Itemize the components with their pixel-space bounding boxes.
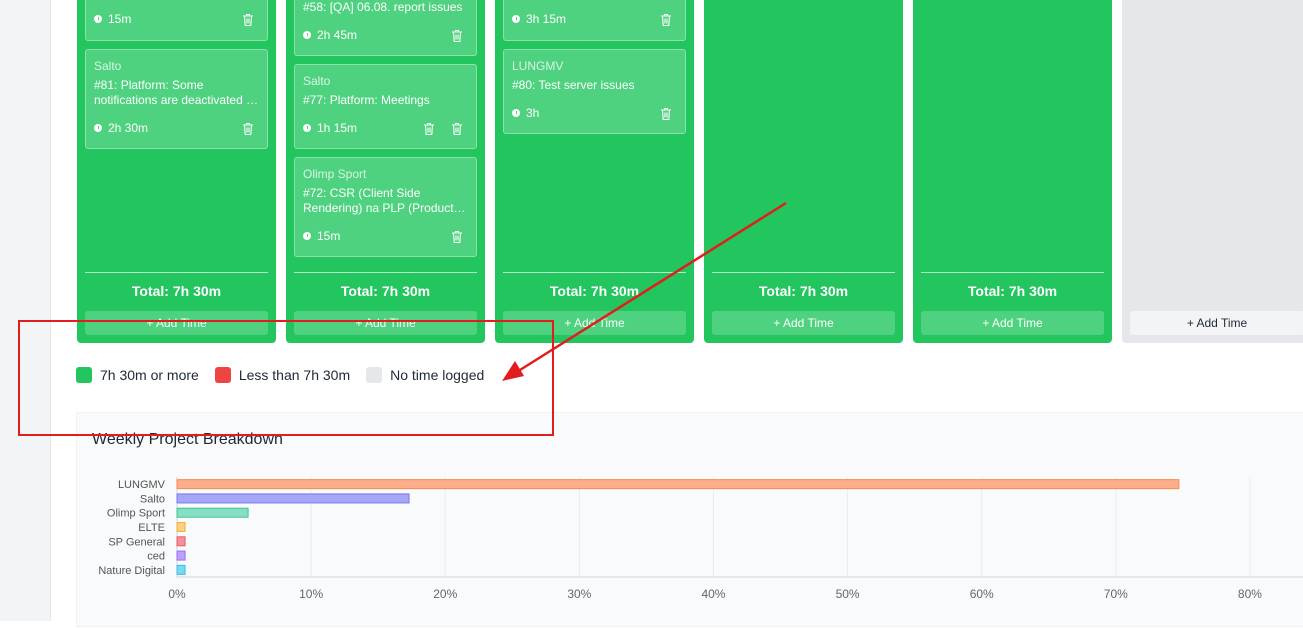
time-entry-card[interactable]: Olimp Sport #72: CSR (Client Side Render… (294, 157, 477, 257)
add-time-button[interactable]: + Add Time (1130, 311, 1303, 335)
day-column-4: Total: 7h 30m + Add Time (704, 0, 903, 343)
trash-icon[interactable] (660, 107, 672, 121)
time-entry-card[interactable]: #58: [QA] 06.08. report issues 2h 45m (294, 0, 477, 56)
breakdown-chart: 0% 10% 20% 30% 40% 50% 60% 70% 80% LUNGMV Salto Oli… (98, 477, 1303, 601)
x-tick-label: 30% (567, 587, 591, 601)
bar (176, 479, 1180, 490)
bar (176, 564, 186, 575)
time-entry-card[interactable]: Salto #81: Platform: Some notifications … (85, 49, 268, 149)
entry-project: Olimp Sport (303, 167, 367, 181)
entry-project: Salto (303, 74, 331, 88)
entry-title: #72: CSR (Client Side Rendering) na PLP … (303, 186, 454, 215)
y-tick-label: SP General (108, 536, 165, 548)
bar (176, 522, 186, 532)
x-tick-label: 20% (433, 587, 457, 601)
column-total: Total: 7h 30m (340, 283, 431, 299)
bar (176, 550, 186, 561)
trash-icon[interactable] (451, 29, 463, 43)
clock-icon (94, 15, 102, 23)
column-total: Total: 7h 30m (549, 283, 640, 299)
trash-icon[interactable] (423, 122, 435, 136)
x-tick-label: 40% (701, 587, 725, 601)
column-total: Total: 7h 30m (967, 283, 1058, 299)
bar (176, 493, 410, 504)
day-column-3: 3h 15m LUNGMV #80: Test server issues 3h… (495, 0, 694, 343)
time-entry-card[interactable]: LUNGMV #80: Test server issues 3h (503, 49, 686, 134)
clock-icon (303, 31, 311, 39)
entry-title: #80: Test server issues (512, 78, 635, 92)
day-column-2: #58: [QA] 06.08. report issues 2h 45m Sa… (286, 0, 485, 343)
entry-duration: 15m (303, 229, 340, 243)
x-tick-label: 70% (1104, 587, 1128, 601)
entry-duration: 2h 45m (303, 28, 357, 42)
trash-icon[interactable] (451, 230, 463, 244)
y-tick-label: Salto (140, 493, 165, 505)
y-tick-label: Olimp Sport (107, 508, 165, 520)
x-tick-label: 0% (168, 587, 186, 601)
entry-duration: 2h 30m (94, 121, 148, 135)
trash-icon[interactable] (242, 13, 254, 27)
time-entry-card[interactable]: 15m (85, 0, 268, 41)
left-sidebar (0, 0, 51, 621)
add-time-button[interactable]: + Add Time (712, 311, 895, 335)
entry-title: #81: Platform: Some notifications are de… (94, 78, 256, 107)
bar (176, 507, 249, 518)
column-total: Total: 7h 30m (131, 283, 222, 299)
column-divider (85, 272, 268, 273)
y-tick-label: LUNGMV (118, 479, 166, 491)
x-tick-label: 50% (836, 587, 860, 601)
entry-project: LUNGMV (512, 59, 564, 73)
day-column-1: 15m Salto #81: Platform: Some notificati… (77, 0, 276, 343)
clock-icon (303, 124, 311, 132)
entry-project: Salto (94, 59, 122, 73)
entry-duration: 3h (512, 106, 539, 120)
trash-icon[interactable] (660, 13, 672, 27)
entry-duration: 15m (94, 12, 131, 26)
x-tick-label: 80% (1238, 587, 1262, 601)
annotation-highlight-box (18, 320, 554, 436)
time-entry-card[interactable]: 3h 15m (503, 0, 686, 41)
weekly-breakdown-panel: Weekly Project Breakdown 0% 10% 20% 30% 40% 5… (76, 412, 1303, 627)
entry-duration: 3h 15m (512, 12, 566, 26)
entry-title: #58: [QA] 06.08. report issues (303, 0, 463, 14)
bar (176, 536, 186, 547)
trash-icon[interactable] (242, 122, 254, 136)
day-column-6: + Add Time (1122, 0, 1303, 343)
entry-duration: 1h 15m (303, 121, 357, 135)
x-tick-label: 10% (299, 587, 323, 601)
add-time-button[interactable]: + Add Time (921, 311, 1104, 335)
x-tick-label: 60% (970, 587, 994, 601)
column-total: Total: 7h 30m (758, 283, 849, 299)
clock-icon (303, 232, 311, 240)
trash-icon[interactable] (451, 122, 463, 136)
column-divider (712, 272, 895, 273)
y-tick-label: ELTE (138, 522, 165, 534)
column-divider (921, 272, 1104, 273)
clock-icon (512, 109, 520, 117)
y-tick-label: ced (147, 551, 165, 563)
y-tick-label: Nature Digital (98, 565, 165, 577)
time-entry-card[interactable]: Salto #77: Platform: Meetings 1h 15m (294, 64, 477, 149)
clock-icon (512, 15, 520, 23)
clock-icon (94, 124, 102, 132)
day-column-5: Total: 7h 30m + Add Time (913, 0, 1112, 343)
column-divider (294, 272, 477, 273)
column-divider (503, 272, 686, 273)
entry-title: #77: Platform: Meetings (303, 93, 430, 107)
